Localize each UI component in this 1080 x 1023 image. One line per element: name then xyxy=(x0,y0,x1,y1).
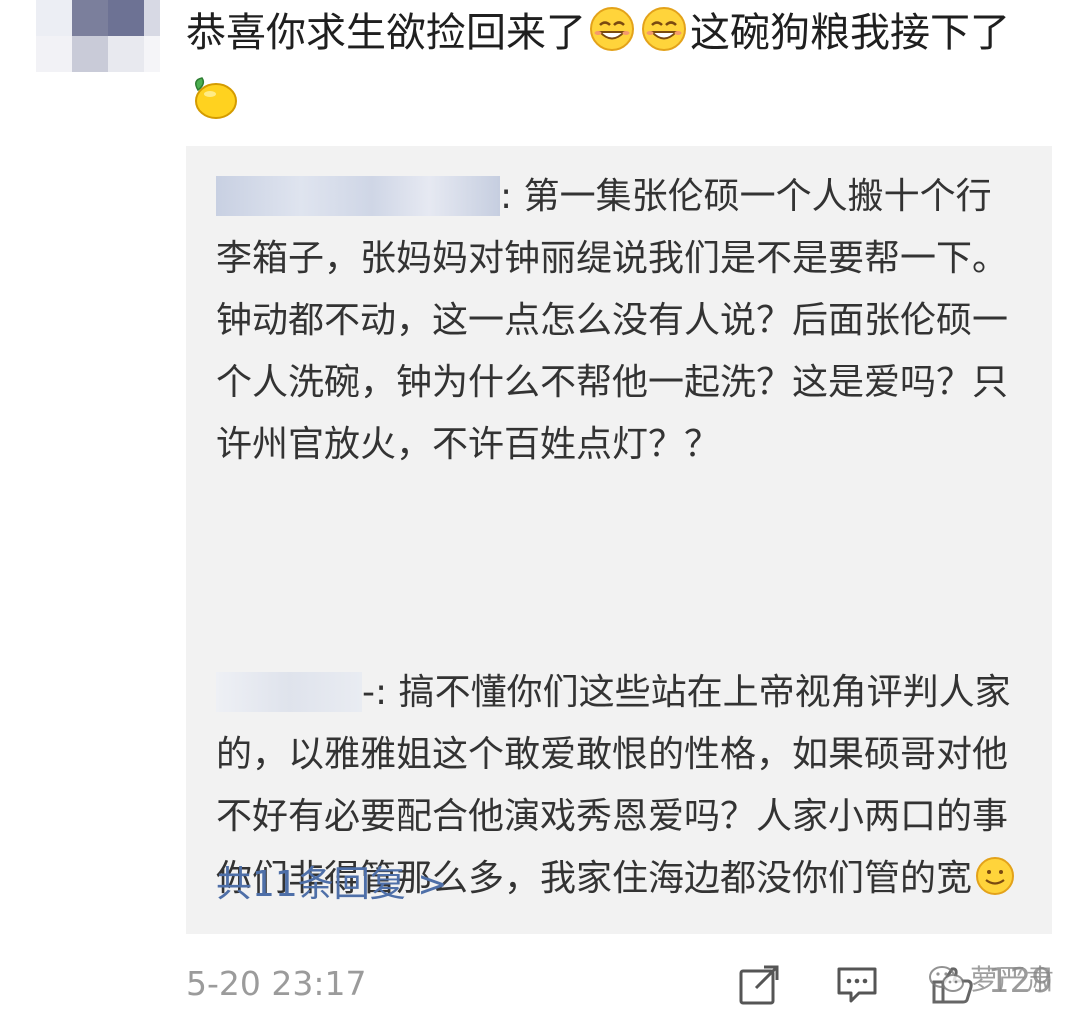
wechat-icon xyxy=(928,964,966,996)
grinning-face-icon xyxy=(640,5,688,71)
reply-item: : 第一集张伦硕一个人搬十个行李箱子，张妈妈对钟丽缇说我们是不是要帮一下。钟动都… xyxy=(216,166,1021,476)
reply-content: : 第一集张伦硕一个人搬十个行李箱子，张妈妈对钟丽缇说我们是不是要帮一下。钟动都… xyxy=(216,176,1009,465)
reply-preview-box[interactable]: : 第一集张伦硕一个人搬十个行李箱子，张妈妈对钟丽缇说我们是不是要帮一下。钟动都… xyxy=(186,146,1052,934)
avatar[interactable] xyxy=(36,0,160,72)
share-icon[interactable] xyxy=(736,962,782,1008)
grinning-face-icon xyxy=(588,5,636,71)
comment-timestamp: 5-20 23:17 xyxy=(186,964,367,1003)
watermark: 萝严肃 xyxy=(928,958,1054,1002)
comment-text-part2: 这碗狗粮我接下了 xyxy=(690,10,1010,56)
lemon-icon xyxy=(188,74,240,140)
comment-icon[interactable] xyxy=(834,962,880,1008)
watermark-text: 萝严肃 xyxy=(970,963,1055,996)
blurred-username xyxy=(216,672,362,712)
view-all-replies-link[interactable]: 共11条回复 > xyxy=(216,860,447,910)
comment-text: 恭喜你求生欲捡回来了 这碗狗粮我接下了 xyxy=(186,2,1046,140)
blurred-username xyxy=(216,176,500,216)
comment-text-part1: 恭喜你求生欲捡回来了 xyxy=(186,10,586,56)
smiling-face-icon xyxy=(974,855,1016,917)
